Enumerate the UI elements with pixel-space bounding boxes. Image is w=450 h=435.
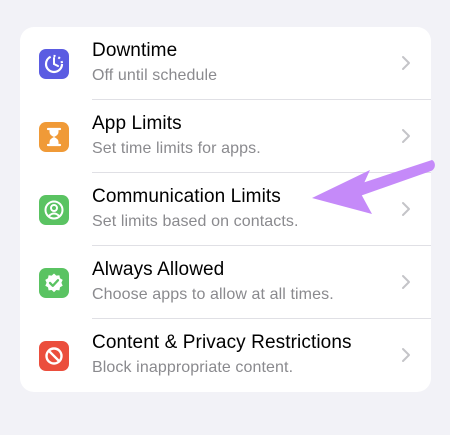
row-subtitle: Choose apps to allow at all times.	[92, 286, 334, 303]
row-title: App Limits	[92, 113, 182, 134]
settings-row-downtime[interactable]: Downtime Off until schedule	[20, 27, 431, 100]
row-subtitle: Set limits based on contacts.	[92, 213, 299, 230]
chevron-right-icon	[402, 129, 410, 143]
settings-row-always-allowed[interactable]: Always Allowed Choose apps to allow at a…	[20, 246, 431, 319]
chevron-right-icon	[402, 275, 410, 289]
chevron-right-icon	[402, 202, 410, 216]
restricted-icon	[39, 341, 69, 371]
settings-row-communication-limits[interactable]: Communication Limits Set limits based on…	[20, 173, 431, 246]
checkmark-seal-icon	[39, 268, 69, 298]
hourglass-icon	[39, 122, 69, 152]
chevron-right-icon	[402, 348, 410, 362]
row-title: Content & Privacy Restrictions	[92, 332, 352, 353]
row-title: Always Allowed	[92, 259, 225, 280]
downtime-icon	[39, 49, 69, 79]
row-subtitle: Off until schedule	[92, 67, 218, 84]
row-title: Downtime	[92, 40, 178, 61]
settings-row-app-limits[interactable]: App Limits Set time limits for apps.	[20, 100, 431, 173]
person-circle-icon	[39, 195, 69, 225]
row-subtitle: Block inappropriate content.	[92, 359, 294, 376]
settings-row-content-privacy[interactable]: Content & Privacy Restrictions Block ina…	[20, 319, 431, 392]
chevron-right-icon	[402, 56, 410, 70]
row-subtitle: Set time limits for apps.	[92, 140, 261, 157]
row-title: Communication Limits	[92, 186, 281, 207]
screen-time-settings-group: Downtime Off until schedule App Limits S…	[20, 27, 431, 392]
